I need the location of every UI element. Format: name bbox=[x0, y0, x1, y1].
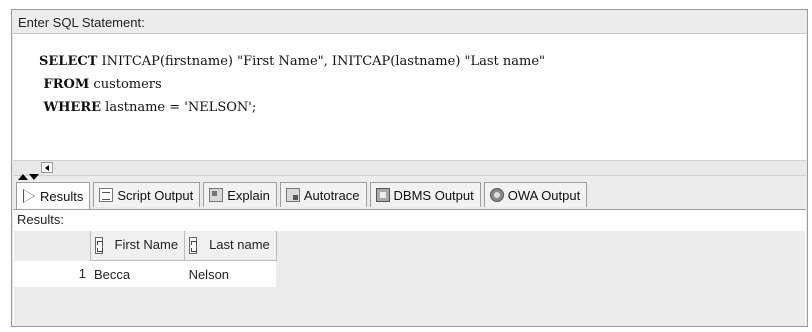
sql-text[interactable]: SELECT INITCAP(firstname) "First Name", … bbox=[39, 50, 545, 119]
tab-owa-output-label: OWA Output bbox=[507, 187, 581, 203]
tab-results-label: Results bbox=[40, 188, 84, 204]
sort-icon[interactable] bbox=[189, 237, 198, 255]
horizontal-scrollbar[interactable] bbox=[13, 160, 806, 176]
sql-line-2: FROM customers bbox=[39, 77, 162, 92]
tab-dbms-output-label: DBMS Output bbox=[393, 187, 474, 203]
tab-results[interactable]: Results bbox=[16, 182, 91, 209]
sql-line-1: SELECT INITCAP(firstname) "First Name", … bbox=[39, 54, 545, 69]
tab-explain-label: Explain bbox=[227, 187, 270, 203]
owa-icon bbox=[489, 188, 504, 202]
column-header-last-name[interactable]: Last name bbox=[184, 231, 277, 261]
column-header-label: First Name bbox=[114, 236, 179, 252]
sql-keyword-select: SELECT bbox=[39, 54, 98, 69]
results-grid: First Name Last name 1 Becca Nelson bbox=[14, 231, 277, 287]
grid-header-row: First Name Last name bbox=[14, 231, 277, 261]
tab-script-output[interactable]: Script Output bbox=[93, 182, 201, 207]
results-grid-area: First Name Last name 1 Becca Nelson bbox=[14, 231, 805, 326]
sort-icon[interactable] bbox=[94, 237, 103, 255]
output-tabs: Results Script Output Explain Autotrace … bbox=[16, 182, 588, 209]
column-header-first-name[interactable]: First Name bbox=[90, 231, 186, 261]
sql-worksheet: Enter SQL Statement: SELECT INITCAP(firs… bbox=[11, 9, 808, 327]
autotrace-icon bbox=[285, 188, 300, 202]
script-icon bbox=[99, 188, 114, 202]
column-header-label: Last name bbox=[209, 236, 270, 252]
cell-last-name[interactable]: Nelson bbox=[184, 260, 277, 287]
tab-owa-output[interactable]: OWA Output bbox=[483, 182, 588, 207]
tab-explain[interactable]: Explain bbox=[203, 182, 277, 207]
play-icon bbox=[22, 189, 36, 203]
results-panel: Results: First Name Last name 1 Becca Ne… bbox=[13, 209, 806, 326]
sql-line-2-text: customers bbox=[89, 77, 162, 92]
sql-line-1-text: INITCAP(firstname) "First Name", INITCAP… bbox=[97, 54, 546, 69]
sql-line-3-text: lastname = 'NELSON'; bbox=[101, 100, 257, 115]
splitter-toggle[interactable] bbox=[18, 174, 39, 182]
scroll-left-arrow-icon[interactable] bbox=[41, 162, 53, 173]
cell-first-name[interactable]: Becca bbox=[90, 260, 185, 287]
dbms-icon bbox=[375, 188, 390, 202]
tab-dbms-output[interactable]: DBMS Output bbox=[369, 182, 481, 207]
arrow-up-icon[interactable] bbox=[18, 174, 28, 180]
explain-icon bbox=[209, 188, 224, 202]
sql-line-3: WHERE lastname = 'NELSON'; bbox=[39, 100, 257, 115]
tab-autotrace[interactable]: Autotrace bbox=[279, 182, 367, 207]
results-label: Results: bbox=[17, 212, 64, 227]
tab-script-output-label: Script Output bbox=[117, 187, 194, 203]
sql-editor[interactable]: SELECT INITCAP(firstname) "First Name", … bbox=[13, 33, 806, 166]
table-row[interactable]: 1 Becca Nelson bbox=[14, 260, 277, 287]
row-number: 1 bbox=[14, 260, 90, 287]
sql-keyword-from: FROM bbox=[39, 77, 90, 92]
editor-label: Enter SQL Statement: bbox=[18, 15, 145, 30]
row-number-header bbox=[14, 231, 91, 261]
sql-keyword-where: WHERE bbox=[39, 100, 102, 115]
arrow-down-icon[interactable] bbox=[29, 174, 39, 180]
tab-autotrace-label: Autotrace bbox=[303, 187, 360, 203]
